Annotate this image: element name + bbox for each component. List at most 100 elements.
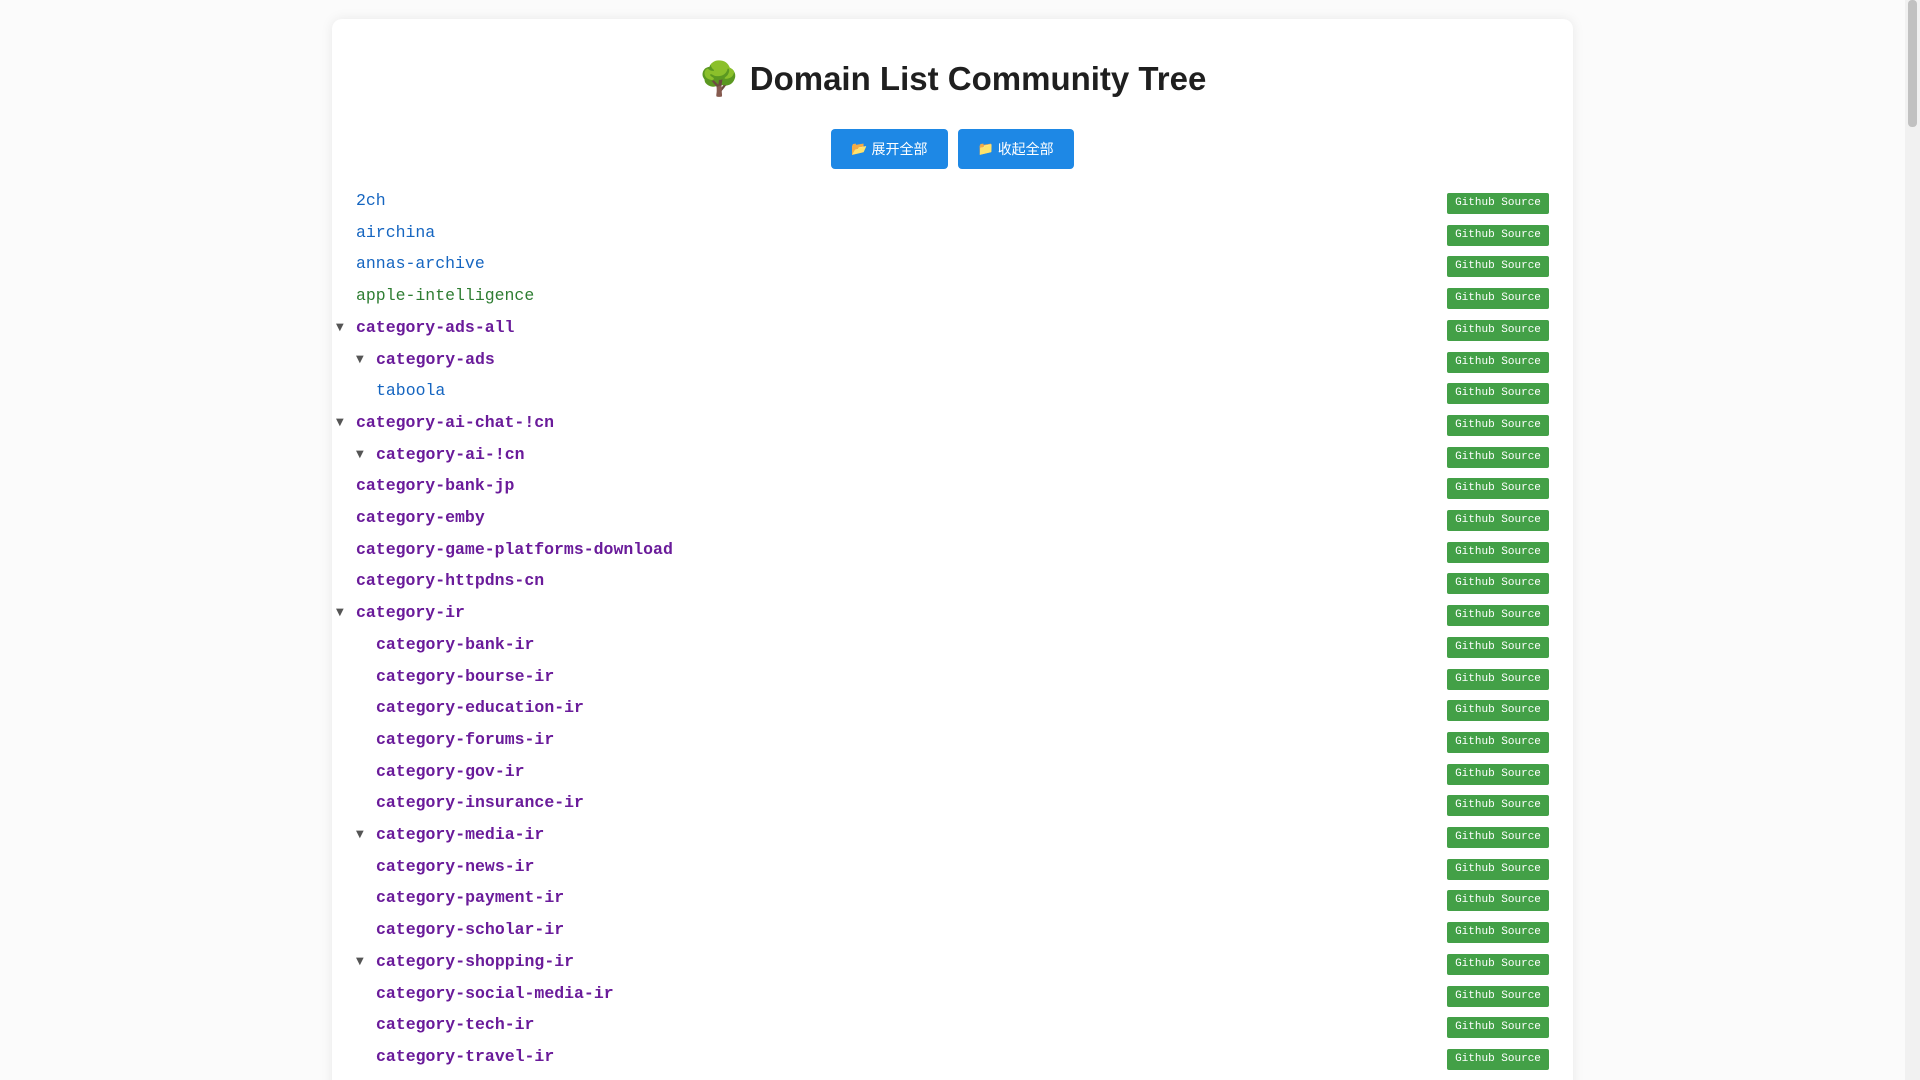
tree-row: category-game-platforms-download Github S… xyxy=(332,538,1573,569)
tree-row: 2ch Github Source xyxy=(332,189,1573,220)
tree-row: ▼ category-ads Github Source xyxy=(332,348,1573,379)
tree-item-label[interactable]: category-bank-jp xyxy=(356,476,514,495)
github-source-button[interactable]: Github Source xyxy=(1447,858,1549,880)
tree-item-label[interactable]: category-travel-ir xyxy=(376,1047,554,1066)
expand-toggle-icon[interactable]: ▼ xyxy=(356,449,370,460)
github-source-button[interactable]: Github Source xyxy=(1447,288,1549,310)
tree-row: ▼ category-ir Github Source xyxy=(332,601,1573,632)
expand-toggle-icon[interactable]: ▼ xyxy=(336,322,350,333)
github-source-button[interactable]: Github Source xyxy=(1447,224,1549,246)
toolbar: 📂 展开全部 📁 收起全部 xyxy=(332,129,1573,169)
expand-all-label: 展开全部 xyxy=(871,141,928,157)
tree-item-label[interactable]: category-game-platforms-download xyxy=(356,540,673,559)
tree-item-label[interactable]: airchina xyxy=(356,223,435,242)
page: 🌳 Domain List Community Tree 📂 展开全部 📁 收起全… xyxy=(0,0,1905,1080)
github-source-button[interactable]: Github Source xyxy=(1447,890,1549,912)
tree-item-label[interactable]: apple-intelligence xyxy=(356,286,534,305)
tree-item-label[interactable]: taboola xyxy=(376,381,445,400)
tree-item-label[interactable]: category-shopping-ir xyxy=(376,952,574,971)
github-source-button[interactable]: Github Source xyxy=(1447,668,1549,690)
github-source-button[interactable]: Github Source xyxy=(1447,478,1549,500)
github-source-button[interactable]: Github Source xyxy=(1447,700,1549,722)
github-source-button[interactable]: Github Source xyxy=(1447,383,1549,405)
tree-row: category-education-ir Github Source xyxy=(332,696,1573,727)
tree-row: ▼ category-ads-all Github Source xyxy=(332,316,1573,347)
tree-item-label[interactable]: category-bourse-ir xyxy=(376,667,554,686)
tree-item-label[interactable]: category-emby xyxy=(356,508,485,527)
github-source-button[interactable]: Github Source xyxy=(1447,256,1549,278)
tree-item-label[interactable]: category-social-media-ir xyxy=(376,984,614,1003)
tree-item-label[interactable]: category-bank-ir xyxy=(376,635,534,654)
tree-item-label[interactable]: category-ai-chat-!cn xyxy=(356,413,554,432)
github-source-button[interactable]: Github Source xyxy=(1447,541,1549,563)
github-source-button[interactable]: Github Source xyxy=(1447,446,1549,468)
github-source-button[interactable]: Github Source xyxy=(1447,1017,1549,1039)
open-folder-icon: 📂 xyxy=(851,141,868,157)
github-source-button[interactable]: Github Source xyxy=(1447,193,1549,214)
github-source-button[interactable]: Github Source xyxy=(1447,827,1549,848)
tree-item-label[interactable]: category-ir xyxy=(356,603,465,622)
expand-toggle-icon[interactable]: ▼ xyxy=(356,354,370,365)
github-source-button[interactable]: Github Source xyxy=(1447,636,1549,658)
expand-toggle-icon[interactable]: ▼ xyxy=(356,829,370,840)
expand-toggle-icon[interactable]: ▼ xyxy=(356,956,370,967)
github-source-button[interactable]: Github Source xyxy=(1447,351,1549,373)
tree-row: annas-archive Github Source xyxy=(332,252,1573,283)
tree-row: category-travel-ir Github Source xyxy=(332,1045,1573,1076)
tree-row: airchina Github Source xyxy=(332,221,1573,252)
tree-card: 🌳 Domain List Community Tree 📂 展开全部 📁 收起全… xyxy=(332,19,1573,1080)
tree-row: ▼ category-ai-chat-!cn Github Source xyxy=(332,411,1573,442)
tree-item-label[interactable]: category-gov-ir xyxy=(376,762,525,781)
tree-item-label[interactable]: category-forums-ir xyxy=(376,730,554,749)
tree-row: category-bank-jp Github Source xyxy=(332,474,1573,505)
tree-item-label[interactable]: category-httpdns-cn xyxy=(356,571,544,590)
tree-item-label[interactable]: category-payment-ir xyxy=(376,888,564,907)
github-source-button[interactable]: Github Source xyxy=(1447,985,1549,1007)
tree-row: category-emby Github Source xyxy=(332,506,1573,537)
collapse-all-label: 收起全部 xyxy=(997,141,1054,157)
tree-item-label[interactable]: category-ads xyxy=(376,350,495,369)
tree-row: category-bourse-ir Github Source xyxy=(332,665,1573,696)
tree-row: ▼ category-ai-!cn Github Source xyxy=(332,443,1573,474)
tree-item-label[interactable]: category-media-ir xyxy=(376,825,544,844)
tree-row: category-gov-ir Github Source xyxy=(332,760,1573,791)
github-source-button[interactable]: Github Source xyxy=(1447,1048,1549,1070)
tree-row: taboola Github Source xyxy=(332,379,1573,410)
github-source-button[interactable]: Github Source xyxy=(1447,922,1549,944)
expand-toggle-icon[interactable]: ▼ xyxy=(336,607,350,618)
github-source-button[interactable]: Github Source xyxy=(1447,731,1549,753)
github-source-button[interactable]: Github Source xyxy=(1447,573,1549,595)
tree-item-label[interactable]: category-insurance-ir xyxy=(376,793,584,812)
tree-row: category-scholar-ir Github Source xyxy=(332,918,1573,949)
tree-row: Github Source xyxy=(332,1077,1573,1080)
scrollbar[interactable] xyxy=(1905,0,1920,1080)
github-source-button[interactable]: Github Source xyxy=(1447,319,1549,341)
tree-item-label[interactable]: category-scholar-ir xyxy=(376,920,564,939)
tree-item-label[interactable]: 2ch xyxy=(356,191,386,210)
collapse-all-button[interactable]: 📁 收起全部 xyxy=(957,129,1074,169)
tree-row: category-social-media-ir Github Source xyxy=(332,982,1573,1013)
page-title-text: Domain List Community Tree xyxy=(749,60,1207,97)
tree-item-label[interactable]: category-ai-!cn xyxy=(376,445,525,464)
tree-row: ▼ category-shopping-ir Github Source xyxy=(332,950,1573,981)
tree-item-label[interactable]: category-news-ir xyxy=(376,857,534,876)
page-title: 🌳 Domain List Community Tree xyxy=(332,59,1573,99)
tree-item-label[interactable]: category-education-ir xyxy=(376,698,584,717)
github-source-button[interactable]: Github Source xyxy=(1447,763,1549,785)
tree-row: category-bank-ir Github Source xyxy=(332,633,1573,664)
tree-row: category-tech-ir Github Source xyxy=(332,1013,1573,1044)
expand-all-button[interactable]: 📂 展开全部 xyxy=(831,129,948,169)
tree-item-label[interactable]: annas-archive xyxy=(356,254,485,273)
github-source-button[interactable]: Github Source xyxy=(1447,795,1549,817)
github-source-button[interactable]: Github Source xyxy=(1447,605,1549,627)
tree-row: category-insurance-ir Github Source xyxy=(332,791,1573,822)
github-source-button[interactable]: Github Source xyxy=(1447,414,1549,436)
folder-icon: 📁 xyxy=(977,141,994,157)
scrollbar-thumb[interactable] xyxy=(1908,0,1917,127)
tree-item-label[interactable]: category-tech-ir xyxy=(376,1015,534,1034)
expand-toggle-icon[interactable]: ▼ xyxy=(336,417,350,428)
tree-row: category-httpdns-cn Github Source xyxy=(332,569,1573,600)
github-source-button[interactable]: Github Source xyxy=(1447,953,1549,975)
github-source-button[interactable]: Github Source xyxy=(1447,510,1549,531)
tree-item-label[interactable]: category-ads-all xyxy=(356,318,514,337)
